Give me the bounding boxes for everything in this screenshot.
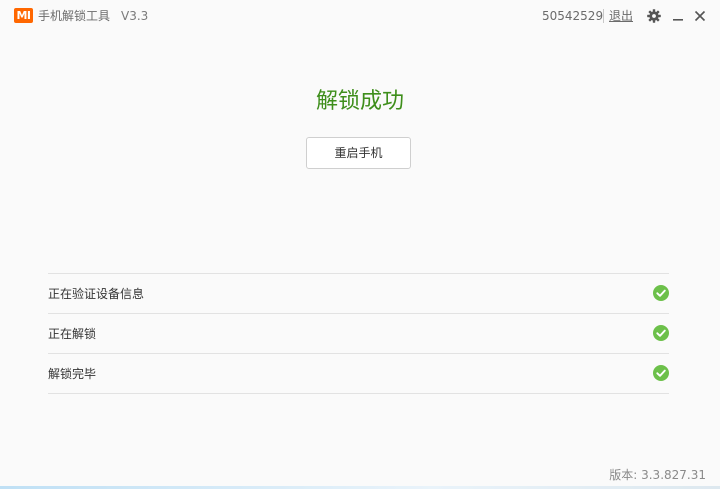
check-circle-icon <box>653 285 669 301</box>
gear-icon[interactable] <box>646 8 662 24</box>
reboot-phone-button[interactable]: 重启手机 <box>306 137 411 169</box>
step-row-unlocking: 正在解锁 <box>48 313 669 353</box>
result-title: 解锁成功 <box>315 89 404 114</box>
step-label: 解锁完毕 <box>48 367 97 381</box>
app-version: V3.3 <box>121 9 149 23</box>
check-circle-icon <box>653 325 669 341</box>
title-bar: MI 手机解锁工具 V3.3 50542529 退出 <box>0 0 720 32</box>
close-icon[interactable] <box>692 8 708 24</box>
check-circle-icon <box>653 365 669 381</box>
step-row-complete: 解锁完毕 <box>48 353 669 394</box>
step-label: 正在验证设备信息 <box>48 287 145 301</box>
step-label: 正在解锁 <box>48 327 97 341</box>
progress-steps: 正在验证设备信息 正在解锁 解锁完毕 <box>48 273 669 394</box>
version-label: 版本: 3.3.827.31 <box>609 468 706 482</box>
divider <box>603 9 604 23</box>
account-id: 50542529 <box>542 9 604 23</box>
minimize-icon[interactable] <box>670 8 686 24</box>
logout-link[interactable]: 退出 <box>609 7 633 25</box>
app-window: MI 手机解锁工具 V3.3 50542529 退出 解锁成功 重启手机 正在验… <box>0 0 720 489</box>
mi-logo: MI <box>14 8 33 23</box>
step-row-verify: 正在验证设备信息 <box>48 273 669 313</box>
app-title: 手机解锁工具 <box>38 9 111 23</box>
